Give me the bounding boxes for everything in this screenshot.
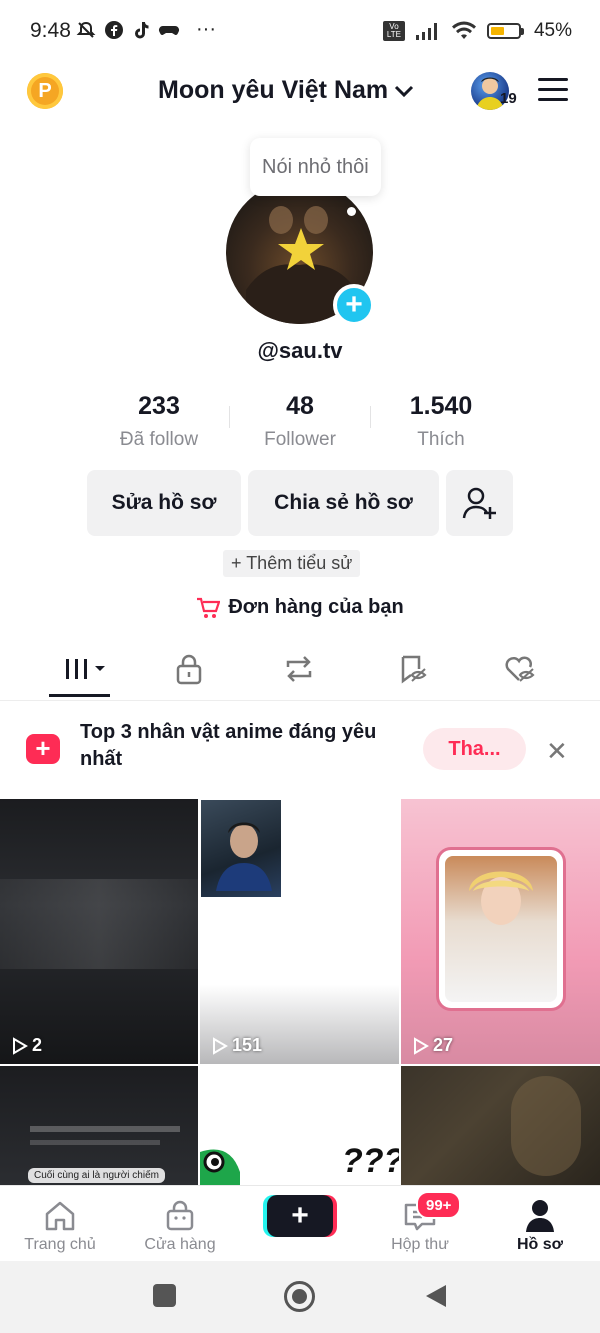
nav-inbox-label: Hộp thư: [391, 1236, 449, 1253]
username: @sau.tv: [257, 338, 343, 363]
nav-profile[interactable]: Hồ sơ: [480, 1196, 600, 1254]
signal-icon: [415, 23, 437, 40]
nav-shop[interactable]: Cửa hàng: [120, 1196, 240, 1254]
facebook-icon: [105, 20, 123, 39]
stat-likes-value: 1.540: [409, 392, 473, 420]
content-tabs: [0, 640, 600, 701]
stat-following[interactable]: 233 Đã follow: [89, 392, 229, 451]
edit-profile-button[interactable]: Sửa hồ sơ: [87, 470, 241, 536]
tab-videos[interactable]: [60, 652, 110, 686]
mute-bell-icon: [76, 21, 96, 38]
banner-text: Top 3 nhân vật anime đáng yêu nhất: [80, 721, 377, 770]
orders-label: Đơn hàng của bạn: [228, 596, 404, 618]
stat-likes[interactable]: 1.540 Thích: [371, 392, 511, 451]
video-thumbnail-icon: [216, 822, 272, 891]
nav-shop-label: Cửa hàng: [144, 1236, 216, 1253]
lock-icon: [176, 654, 202, 685]
add-playlist-icon: +: [26, 734, 60, 764]
home-icon: [45, 1201, 75, 1231]
inbox-badge: 99+: [416, 1191, 462, 1219]
stat-followers-label: Follower: [264, 429, 336, 450]
play-icon: [213, 1036, 228, 1055]
tiktok-icon: [135, 21, 149, 38]
add-friend-button[interactable]: [446, 470, 513, 536]
video-caption: ???: [342, 1142, 399, 1180]
play-icon: [13, 1036, 28, 1055]
home-button-icon[interactable]: [284, 1281, 315, 1312]
add-story-button[interactable]: +: [333, 284, 375, 326]
nav-profile-label: Hồ sơ: [516, 1236, 564, 1253]
menu-icon[interactable]: [538, 78, 568, 108]
stat-following-value: 233: [138, 392, 180, 420]
share-profile-button[interactable]: Chia sẻ hồ sơ: [248, 470, 439, 536]
system-nav-bar: [0, 1261, 600, 1333]
video-tile[interactable]: 151: [200, 799, 399, 1064]
video-thumbnail-icon: [469, 871, 533, 925]
battery-percent: 45%: [533, 20, 572, 41]
tab-favorites[interactable]: [392, 652, 432, 686]
frog-sticker-icon: [200, 1149, 240, 1185]
views-count: 151: [210, 1035, 262, 1056]
orders-link[interactable]: Đơn hàng của bạn: [0, 596, 600, 619]
views-count: 2: [10, 1035, 42, 1056]
chevron-down-icon: [395, 85, 414, 97]
more-notifications-icon: ···: [196, 18, 216, 40]
note-bubble-tail: [347, 207, 356, 216]
tab-private[interactable]: [169, 652, 209, 686]
video-tile[interactable]: [401, 1066, 600, 1185]
profile-icon: [526, 1200, 554, 1232]
stat-followers-value: 48: [286, 392, 314, 420]
nav-home-label: Trang chủ: [24, 1236, 96, 1253]
wifi-icon: [451, 21, 476, 39]
back-icon[interactable]: [424, 1283, 448, 1309]
video-caption: Cuối cùng ai là người chiếm: [28, 1168, 165, 1183]
account-switcher[interactable]: Moon yêu Việt Nam: [158, 76, 414, 105]
gamepad-icon: [158, 25, 180, 35]
video-tile[interactable]: Cuối cùng ai là người chiếm: [0, 1066, 198, 1185]
note-text: Nói nhỏ thôi: [262, 155, 369, 178]
recents-icon[interactable]: [153, 1284, 176, 1307]
status-right: Vo LTE 45%: [382, 20, 572, 42]
play-icon: [414, 1036, 429, 1055]
coins-button[interactable]: P: [27, 73, 63, 109]
stat-following-label: Đã follow: [119, 429, 199, 450]
heart-hidden-icon: [505, 656, 535, 682]
create-button[interactable]: +: [267, 1195, 333, 1237]
battery-icon: [486, 23, 521, 39]
add-bio-button[interactable]: + Thêm tiểu sử: [223, 550, 361, 577]
banner-action-button[interactable]: Tha...: [423, 728, 526, 770]
video-tile[interactable]: 27: [401, 799, 600, 1064]
video-tile[interactable]: 2: [0, 799, 198, 1064]
add-user-icon: [462, 487, 496, 519]
tab-liked[interactable]: [500, 652, 540, 686]
friends-count: 19: [500, 90, 517, 107]
grid-icon: [66, 659, 105, 679]
views-count: 27: [411, 1035, 453, 1056]
stat-likes-label: Thích: [417, 429, 465, 450]
status-time: 9:48: [30, 19, 71, 42]
page-title: Moon yêu Việt Nam: [158, 76, 389, 104]
tab-reposts[interactable]: [279, 652, 319, 686]
cart-icon: [197, 597, 221, 618]
bookmark-hidden-icon: [401, 655, 427, 684]
repost-icon: [286, 656, 312, 682]
plus-icon: +: [291, 1199, 309, 1232]
status-bar: 9:48 ··· Vo LTE 45%: [0, 0, 600, 62]
nav-home[interactable]: Trang chủ: [0, 1196, 120, 1254]
status-notification-icons: ···: [76, 18, 216, 41]
volte-icon: Vo LTE: [382, 21, 405, 41]
close-icon[interactable]: ✕: [546, 736, 568, 767]
active-tab-indicator: [49, 694, 110, 697]
note-bubble[interactable]: Nói nhỏ thôi: [250, 138, 381, 196]
stat-followers[interactable]: 48 Follower: [230, 392, 370, 451]
shop-icon: [166, 1200, 194, 1231]
video-tile[interactable]: ???: [200, 1066, 399, 1185]
